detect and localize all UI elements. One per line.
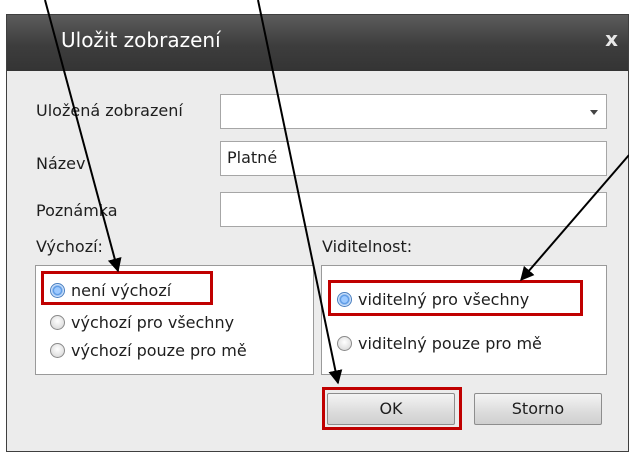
annotation-arrows <box>44 0 629 385</box>
arrow-to-not-default <box>44 0 122 273</box>
arrow-to-visible-all <box>520 154 629 282</box>
arrow-to-ok <box>257 0 343 385</box>
